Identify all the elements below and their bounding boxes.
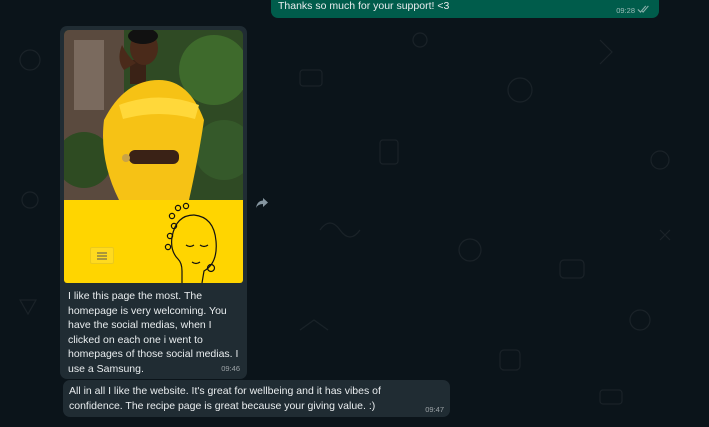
message-text: Thanks so much for your support! <3 bbox=[278, 0, 450, 12]
forward-icon[interactable] bbox=[253, 194, 271, 212]
website-screenshot-image bbox=[64, 30, 243, 283]
image-attachment[interactable] bbox=[64, 30, 243, 283]
message-timestamp: 09:47 bbox=[425, 405, 444, 414]
incoming-text-message-bubble[interactable]: All in all I like the website. It's grea… bbox=[63, 380, 450, 417]
outgoing-message-bubble[interactable]: Thanks so much for your support! <3 09:2… bbox=[271, 0, 659, 18]
double-check-icon bbox=[637, 5, 649, 13]
message-text: All in all I like the website. It's grea… bbox=[69, 385, 381, 412]
message-timestamp: 09:28 bbox=[616, 6, 635, 15]
image-caption: I like this page the most. The homepage … bbox=[68, 290, 239, 375]
menu-icon bbox=[90, 247, 114, 264]
incoming-image-message-bubble[interactable]: I like this page the most. The homepage … bbox=[60, 26, 247, 379]
message-timestamp: 09:46 bbox=[221, 364, 240, 373]
